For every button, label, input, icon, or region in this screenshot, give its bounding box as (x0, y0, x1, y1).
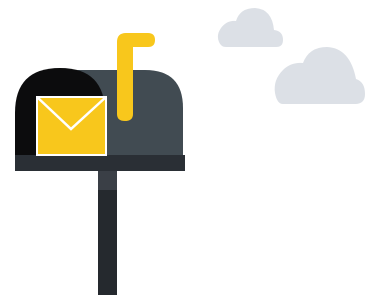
mailbox-illustration (0, 0, 365, 295)
mailbox-post (98, 170, 117, 295)
envelope-icon (36, 96, 107, 156)
cloud-icon-large (274, 47, 365, 104)
cloud-icon-small (217, 8, 283, 47)
illustration-canvas (15, 8, 365, 295)
